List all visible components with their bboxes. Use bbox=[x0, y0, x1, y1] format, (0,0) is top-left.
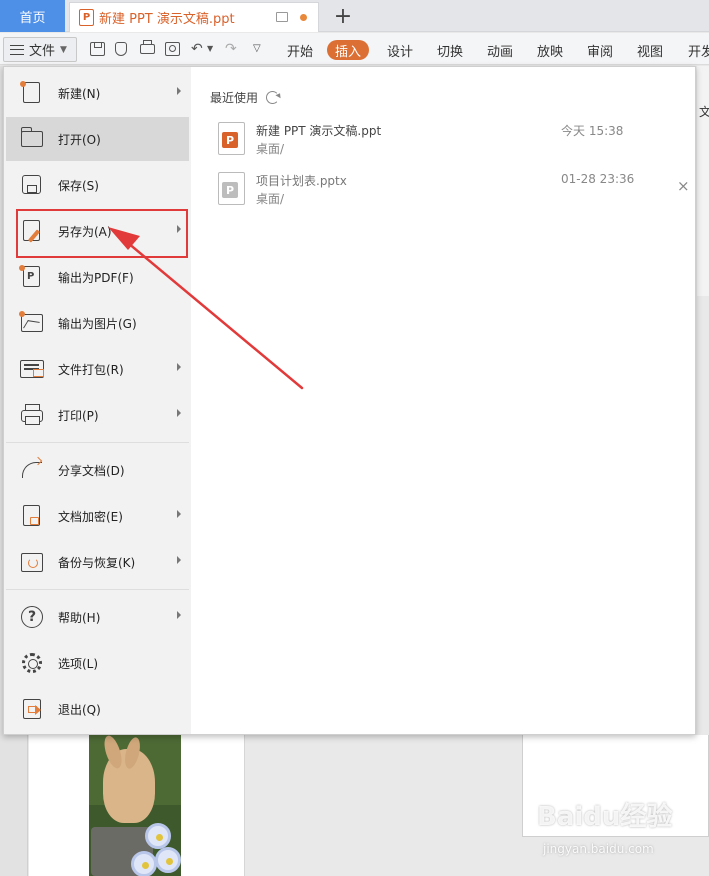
file-menu-label: 文件 bbox=[29, 44, 56, 59]
print-icon[interactable] bbox=[140, 40, 155, 54]
menu-item-label: 输出为图片(G) bbox=[58, 316, 137, 331]
document-tab[interactable]: P 新建 PPT 演示文稿.ppt bbox=[69, 2, 319, 32]
menu-item-label: 选项(L) bbox=[58, 656, 99, 671]
ppt-file-icon: P bbox=[79, 9, 94, 26]
ppt-file-icon: P bbox=[218, 172, 245, 205]
recent-file-name: 新建 PPT 演示文稿.ppt bbox=[256, 124, 382, 138]
recent-files-header: 最近使用 bbox=[210, 89, 280, 106]
recent-file-row[interactable]: P 项目计划表.pptx 桌面/ 01-28 23:36 × bbox=[210, 169, 697, 215]
toolbar: 文件 ▼ ↶ ▼ ↷ ▽ 开始 插入 设计 切换 动画 放映 审阅 视图 开发 bbox=[0, 33, 709, 65]
export-image-icon bbox=[19, 311, 44, 335]
recent-file-time: 今天 15:38 bbox=[561, 124, 624, 138]
file-menu-list: 新建(N) 打开(O) 保存(S) 另存为(A) P 输出为PDF(F) 输出为… bbox=[4, 67, 191, 734]
recent-file-time: 01-28 23:36 bbox=[561, 172, 635, 186]
export-pdf-icon: P bbox=[19, 265, 44, 289]
tab-insert[interactable]: 插入 bbox=[327, 40, 370, 60]
menu-item-export-image[interactable]: 输出为图片(G) bbox=[6, 301, 189, 345]
redo-icon[interactable]: ↷ bbox=[225, 40, 237, 58]
refresh-icon[interactable] bbox=[266, 91, 280, 104]
help-icon: ? bbox=[20, 605, 44, 629]
menu-item-label: 打开(O) bbox=[58, 132, 101, 147]
folder-open-icon bbox=[20, 127, 44, 151]
tab-start[interactable]: 开始 bbox=[287, 40, 313, 60]
menu-item-label: 帮助(H) bbox=[58, 610, 101, 625]
exit-icon bbox=[20, 697, 44, 721]
menu-item-label: 文档加密(E) bbox=[58, 509, 123, 524]
menu-item-exit[interactable]: 退出(Q) bbox=[6, 687, 189, 731]
submenu-arrow-icon bbox=[177, 510, 181, 518]
hamburger-icon bbox=[10, 44, 24, 55]
encrypt-icon bbox=[20, 504, 44, 528]
submenu-arrow-icon bbox=[177, 363, 181, 371]
new-document-icon bbox=[20, 81, 44, 105]
recent-file-row[interactable]: P 新建 PPT 演示文稿.ppt 桌面/ 今天 15:38 bbox=[210, 119, 697, 165]
unsaved-dot-icon bbox=[300, 14, 307, 21]
undo-dropdown-icon[interactable]: ▼ bbox=[207, 40, 213, 58]
share-icon bbox=[20, 458, 44, 482]
tab-developer[interactable]: 开发 bbox=[688, 40, 709, 60]
submenu-arrow-icon bbox=[177, 87, 181, 95]
submenu-arrow-icon bbox=[177, 611, 181, 619]
menu-item-encrypt[interactable]: 文档加密(E) bbox=[6, 494, 189, 538]
watermark-url: jingyan.baidu.com bbox=[543, 842, 654, 856]
recent-file-path: 桌面/ bbox=[256, 142, 285, 156]
chevron-down-icon: ▼ bbox=[60, 44, 67, 55]
file-menu-panel: 新建(N) 打开(O) 保存(S) 另存为(A) P 输出为PDF(F) 输出为… bbox=[3, 66, 696, 735]
menu-item-label: 文件打包(R) bbox=[58, 362, 124, 377]
new-tab-button[interactable]: + bbox=[331, 4, 355, 29]
menu-item-save[interactable]: 保存(S) bbox=[6, 163, 189, 207]
save-icon[interactable] bbox=[90, 42, 105, 56]
recent-file-path: 桌面/ bbox=[256, 192, 285, 206]
menu-item-package[interactable]: 文件打包(R) bbox=[6, 347, 189, 391]
recent-file-name: 项目计划表.pptx bbox=[256, 174, 347, 188]
menu-item-label: 备份与恢复(K) bbox=[58, 555, 136, 570]
menu-item-export-pdf[interactable]: P 输出为PDF(F) bbox=[6, 255, 189, 299]
title-bar: 首页 P 新建 PPT 演示文稿.ppt + bbox=[0, 0, 709, 32]
submenu-arrow-icon bbox=[177, 409, 181, 417]
tab-review[interactable]: 审阅 bbox=[587, 40, 613, 60]
menu-item-label: 打印(P) bbox=[58, 408, 99, 423]
package-icon bbox=[20, 357, 44, 381]
ppt-file-icon: P bbox=[218, 122, 245, 155]
slide-thumbnail-image[interactable] bbox=[89, 735, 181, 876]
tab-slideshow[interactable]: 放映 bbox=[537, 40, 563, 60]
menu-item-open[interactable]: 打开(O) bbox=[6, 117, 189, 161]
right-panel-edge: 文 bbox=[697, 66, 709, 296]
menu-item-backup-restore[interactable]: 备份与恢复(K) bbox=[6, 540, 189, 584]
menu-item-label: 退出(Q) bbox=[58, 702, 101, 717]
submenu-arrow-icon bbox=[177, 556, 181, 564]
menu-item-print[interactable]: 打印(P) bbox=[6, 393, 189, 437]
menu-item-label: 输出为PDF(F) bbox=[58, 270, 134, 285]
tab-transition[interactable]: 切换 bbox=[437, 40, 463, 60]
undo-icon[interactable]: ↶ bbox=[191, 40, 203, 58]
tab-animation[interactable]: 动画 bbox=[487, 40, 513, 60]
print-preview-icon[interactable] bbox=[165, 42, 180, 56]
menu-item-help[interactable]: ? 帮助(H) bbox=[6, 595, 189, 639]
file-menu-button[interactable]: 文件 ▼ bbox=[3, 37, 77, 62]
menu-item-label: 新建(N) bbox=[58, 86, 101, 101]
tab-design[interactable]: 设计 bbox=[387, 40, 413, 60]
home-tab[interactable]: 首页 bbox=[0, 0, 65, 32]
menu-item-share[interactable]: 分享文档(D) bbox=[6, 448, 189, 492]
backup-restore-icon bbox=[20, 550, 44, 574]
gear-icon bbox=[20, 651, 44, 675]
menu-divider bbox=[6, 589, 189, 590]
save-icon bbox=[20, 173, 44, 197]
watermark-logo: Baidu经验 bbox=[537, 802, 673, 832]
recent-files-title: 最近使用 bbox=[210, 91, 259, 105]
menu-item-label: 分享文档(D) bbox=[58, 463, 125, 478]
printer-icon bbox=[20, 403, 44, 427]
annotation-highlight-box bbox=[16, 209, 188, 258]
customize-toolbar-icon[interactable]: ▽ bbox=[253, 40, 261, 58]
menu-item-label: 保存(S) bbox=[58, 178, 99, 193]
menu-item-new[interactable]: 新建(N) bbox=[6, 71, 189, 115]
document-tab-title: 新建 PPT 演示文稿.ppt bbox=[99, 12, 235, 27]
export-icon[interactable] bbox=[115, 42, 127, 56]
menu-divider bbox=[6, 442, 189, 443]
tab-view[interactable]: 视图 bbox=[637, 40, 663, 60]
monitor-icon[interactable] bbox=[276, 12, 288, 22]
close-icon[interactable]: × bbox=[677, 177, 690, 195]
right-panel-partial-label: 文 bbox=[699, 105, 709, 119]
menu-item-options[interactable]: 选项(L) bbox=[6, 641, 189, 685]
